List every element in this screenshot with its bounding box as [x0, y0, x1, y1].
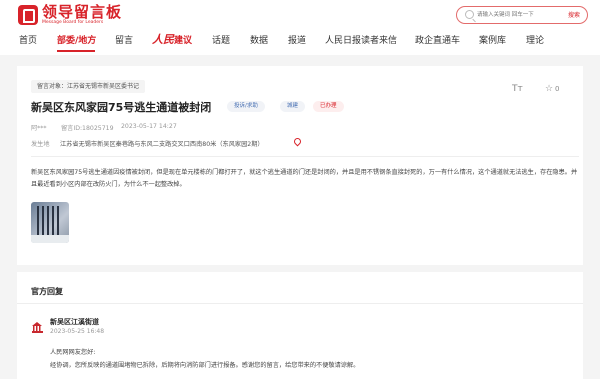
nav-item-people-suggestions[interactable]: 人民建议 [152, 31, 192, 47]
nav-item-data[interactable]: 数据 [250, 33, 268, 46]
logo-mark-icon [18, 4, 38, 25]
nav-item-home[interactable]: 首页 [19, 33, 37, 46]
reply-section-title: 官方回复 [31, 287, 63, 296]
reply-time: 2023-05-25 16:48 [50, 328, 105, 335]
government-building-icon [32, 322, 43, 333]
message-card [17, 66, 583, 265]
nav-item-ministries[interactable]: 部委/地方 [57, 33, 96, 46]
domain-badge: 城建 [280, 101, 306, 112]
nav-item-messages[interactable]: 留言 [115, 33, 133, 46]
category-badge: 投诉/求助 [227, 101, 265, 112]
status-badge: 已办理 [313, 101, 344, 112]
message-title: 新吴区东风家园75号逃生通道被封闭 [31, 101, 212, 114]
main-nav: 首页 部委/地方 留言 人民建议 话题 数据 报道 人民日报读者来信 政企直通车… [0, 30, 600, 52]
nav-item-theory[interactable]: 理论 [526, 33, 544, 46]
nav-brand-main: 人民 [152, 33, 174, 46]
nav-item-topics[interactable]: 话题 [212, 33, 230, 46]
nav-item-case-library[interactable]: 案例库 [479, 33, 506, 46]
logo-subtitle: Message Board for Leaders [42, 20, 104, 25]
logo[interactable]: 领导留言板 Message Board for Leaders [18, 4, 122, 25]
message-body: 新吴区东风家园75号逃生通道因疫情被封闭，但是现在单元楼栋的门都打开了，就这个逃… [31, 169, 578, 188]
font-size-icon[interactable]: Tт [512, 84, 523, 94]
reply-text: 经协调，您所反映的通道围堵物已拆除，后期将向消防部门进行报备。感谢您的留言，给您… [50, 362, 360, 369]
search-input[interactable] [477, 7, 561, 23]
reply-greeting: 人民网网友您好: [50, 349, 96, 356]
search-icon [465, 10, 474, 19]
location-text: 江苏省无锡市新吴区秦巷路与东风二支路交叉口西南80米（东风家园2期） [60, 141, 264, 148]
attached-photo[interactable] [31, 202, 69, 243]
message-target-tag: 留言对象：江苏省无锡市新吴区委书记 [31, 80, 146, 93]
nav-active-indicator [57, 50, 95, 52]
message-date: 2023-05-17 14:27 [121, 123, 177, 130]
divider [31, 156, 579, 157]
logo-title: 领导留言板 [42, 3, 123, 21]
search-box: 搜索 [456, 6, 588, 24]
nav-item-reports[interactable]: 报道 [288, 33, 306, 46]
divider [17, 303, 583, 304]
search-button[interactable]: 搜索 [568, 10, 580, 19]
message-author: 阿*** [31, 125, 47, 132]
favorite-count: 0 [555, 85, 560, 93]
location-label: 发生地 [31, 141, 50, 148]
nav-brand-sub: 建议 [174, 36, 193, 46]
top-bar: 领导留言板 Message Board for Leaders 搜索 首页 部委… [0, 0, 600, 55]
nav-item-reader-letters[interactable]: 人民日报读者来信 [325, 33, 397, 46]
message-id: 留言ID:18025719 [61, 125, 114, 132]
reply-organization: 新吴区江溪街道 [50, 318, 99, 326]
favorite-icon[interactable]: ☆ [545, 84, 553, 94]
nav-item-enterprise-channel[interactable]: 政企直通车 [415, 33, 460, 46]
